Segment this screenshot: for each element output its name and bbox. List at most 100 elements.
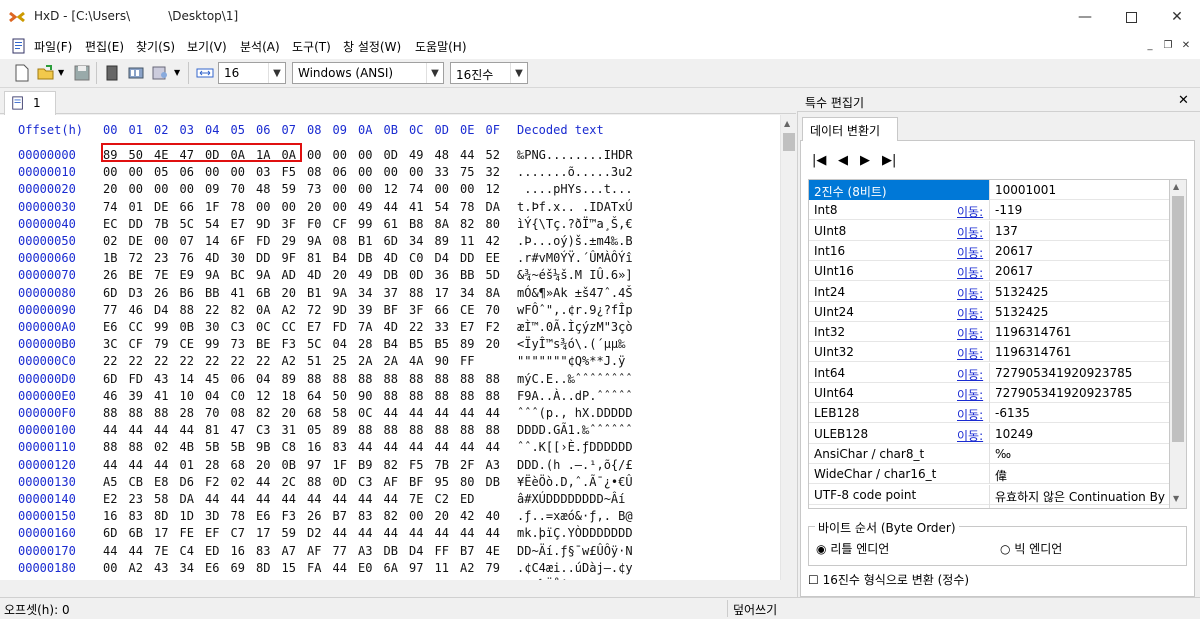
hex-byte[interactable]: 9B	[256, 440, 270, 454]
hex-byte[interactable]: 88	[154, 406, 168, 420]
inspector-row[interactable]: 2진수 (8비트) 10001001	[809, 180, 1169, 200]
inspector-row[interactable]: UInt8 이동: 137	[809, 220, 1169, 241]
big-endian-radio[interactable]: ○ 빅 엔디언	[1000, 540, 1062, 557]
charset-select[interactable]: Windows (ANSI) ▼	[292, 62, 444, 84]
inspector-value[interactable]: -119	[992, 203, 1022, 217]
hex-byte[interactable]: 44	[409, 440, 423, 454]
inspector-row[interactable]: UInt24 이동: 5132425	[809, 301, 1169, 322]
hex-byte[interactable]: CB	[129, 475, 143, 489]
hex-byte[interactable]: 79	[154, 337, 168, 351]
menu-file[interactable]: 파일(F)	[34, 38, 72, 55]
hex-byte[interactable]: 28	[205, 458, 219, 472]
decoded-text[interactable]: .......õ.....3u2	[517, 165, 633, 179]
hex-byte[interactable]: C3	[256, 423, 270, 437]
mdi-minimize-button[interactable]: _	[1142, 40, 1158, 54]
hex-byte[interactable]: 44	[256, 492, 270, 506]
hex-byte[interactable]: 78	[231, 200, 245, 214]
hex-byte[interactable]: 00	[129, 182, 143, 196]
hex-byte[interactable]: 99	[358, 217, 372, 231]
inspector-scrollbar[interactable]: ▲ ▼	[1170, 179, 1187, 509]
inspector-row[interactable]: WideChar / char16_t 偉	[809, 464, 1169, 485]
hex-byte[interactable]: 49	[409, 148, 423, 162]
hex-byte[interactable]: 01	[129, 200, 143, 214]
hex-byte[interactable]: 44	[384, 406, 398, 420]
hex-byte[interactable]: 68	[231, 458, 245, 472]
hex-byte[interactable]: DB	[384, 268, 398, 282]
hex-byte[interactable]: 0D	[384, 148, 398, 162]
hex-byte[interactable]: 77	[333, 544, 347, 558]
hex-byte[interactable]: 08	[333, 234, 347, 248]
hex-byte[interactable]: 26	[103, 268, 117, 282]
hex-byte[interactable]: 68	[307, 406, 321, 420]
hex-byte[interactable]: A3	[486, 458, 500, 472]
hex-byte[interactable]: 28	[358, 337, 372, 351]
decoded-text[interactable]: .¢C4æi..úDàj—.¢y	[517, 561, 633, 575]
hex-byte[interactable]: 22	[103, 354, 117, 368]
scroll-thumb[interactable]	[783, 133, 795, 151]
goto-link[interactable]: 이동:	[957, 345, 983, 362]
hex-byte[interactable]: DD	[460, 251, 474, 265]
hex-byte[interactable]: 2A	[384, 354, 398, 368]
hex-byte[interactable]: 70	[231, 182, 245, 196]
decoded-text[interactable]: æÌ™.0Ã.ÌçýzM"3çò	[517, 320, 633, 334]
hex-byte[interactable]: 23	[154, 251, 168, 265]
hex-byte[interactable]: 97	[307, 458, 321, 472]
hex-byte[interactable]: DA	[486, 200, 500, 214]
inspector-value[interactable]: 유효하지 않은 Continuation By	[992, 488, 1165, 505]
hex-byte[interactable]: 73	[231, 337, 245, 351]
hex-byte[interactable]: 88	[129, 440, 143, 454]
hex-byte[interactable]: 22	[256, 354, 270, 368]
hex-byte[interactable]: E2	[103, 492, 117, 506]
hex-byte[interactable]: 88	[333, 372, 347, 386]
hex-byte[interactable]: 20	[256, 458, 270, 472]
hex-byte[interactable]: DB	[358, 251, 372, 265]
hex-byte[interactable]: E7	[460, 320, 474, 334]
hex-byte[interactable]: 83	[333, 440, 347, 454]
goto-link[interactable]: 이동:	[957, 244, 983, 261]
hex-byte[interactable]: 88	[460, 423, 474, 437]
scroll-down-icon[interactable]: ▼	[1173, 494, 1179, 503]
hex-horizontal-scrollbar[interactable]	[0, 580, 797, 597]
hex-byte[interactable]: 44	[256, 475, 270, 489]
goto-link[interactable]: 이동:	[957, 285, 983, 302]
hex-byte[interactable]: 30	[231, 251, 245, 265]
hex-byte[interactable]: 6B	[256, 286, 270, 300]
hex-byte[interactable]: 00	[384, 165, 398, 179]
hex-byte[interactable]: 33	[435, 320, 449, 334]
inspector-value[interactable]: 20617	[992, 244, 1033, 258]
hex-byte[interactable]: 18	[282, 389, 296, 403]
hex-byte[interactable]: 00	[154, 234, 168, 248]
hex-byte[interactable]: EE	[486, 251, 500, 265]
hex-byte[interactable]: 20	[282, 406, 296, 420]
hex-byte[interactable]: 89	[460, 337, 474, 351]
hex-byte[interactable]: 36	[435, 268, 449, 282]
hex-byte[interactable]: D4	[154, 303, 168, 317]
hex-byte[interactable]: 88	[358, 423, 372, 437]
hex-byte[interactable]: 44	[409, 526, 423, 540]
hex-byte[interactable]: 89	[282, 372, 296, 386]
goto-link[interactable]: 이동:	[957, 406, 983, 423]
hex-byte[interactable]: 4D	[205, 251, 219, 265]
inspector-row[interactable]: Int8 이동: -119	[809, 200, 1169, 221]
panel-close-icon[interactable]: ✕	[1178, 93, 1189, 108]
hex-byte[interactable]: 44	[282, 492, 296, 506]
hex-byte[interactable]: 88	[358, 372, 372, 386]
hex-byte[interactable]: 79	[486, 561, 500, 575]
hex-byte[interactable]: 81	[205, 423, 219, 437]
hex-byte[interactable]: FE	[180, 526, 194, 540]
open-disk-icon[interactable]	[102, 63, 122, 83]
hex-byte[interactable]: 00	[282, 200, 296, 214]
previous-icon[interactable]: ◀	[838, 153, 848, 168]
hex-byte[interactable]: 41	[154, 389, 168, 403]
decoded-text[interactable]: DD~Äí.ƒ§¯w£ÛÔÿ·N	[517, 544, 633, 558]
hex-byte[interactable]: C0	[409, 251, 423, 265]
hex-byte[interactable]: F5	[409, 458, 423, 472]
hex-byte[interactable]: 8A	[435, 217, 449, 231]
hex-byte[interactable]: FD	[333, 320, 347, 334]
tab-data-inspector[interactable]: 데이터 변환기	[802, 117, 898, 141]
hex-byte[interactable]: E6	[103, 320, 117, 334]
decoded-text[interactable]: mk.þïÇ.YÒDDDDDDD	[517, 526, 633, 540]
hex-byte[interactable]: 43	[154, 561, 168, 575]
hex-byte[interactable]: 6D	[103, 526, 117, 540]
hex-byte[interactable]: 88	[307, 372, 321, 386]
